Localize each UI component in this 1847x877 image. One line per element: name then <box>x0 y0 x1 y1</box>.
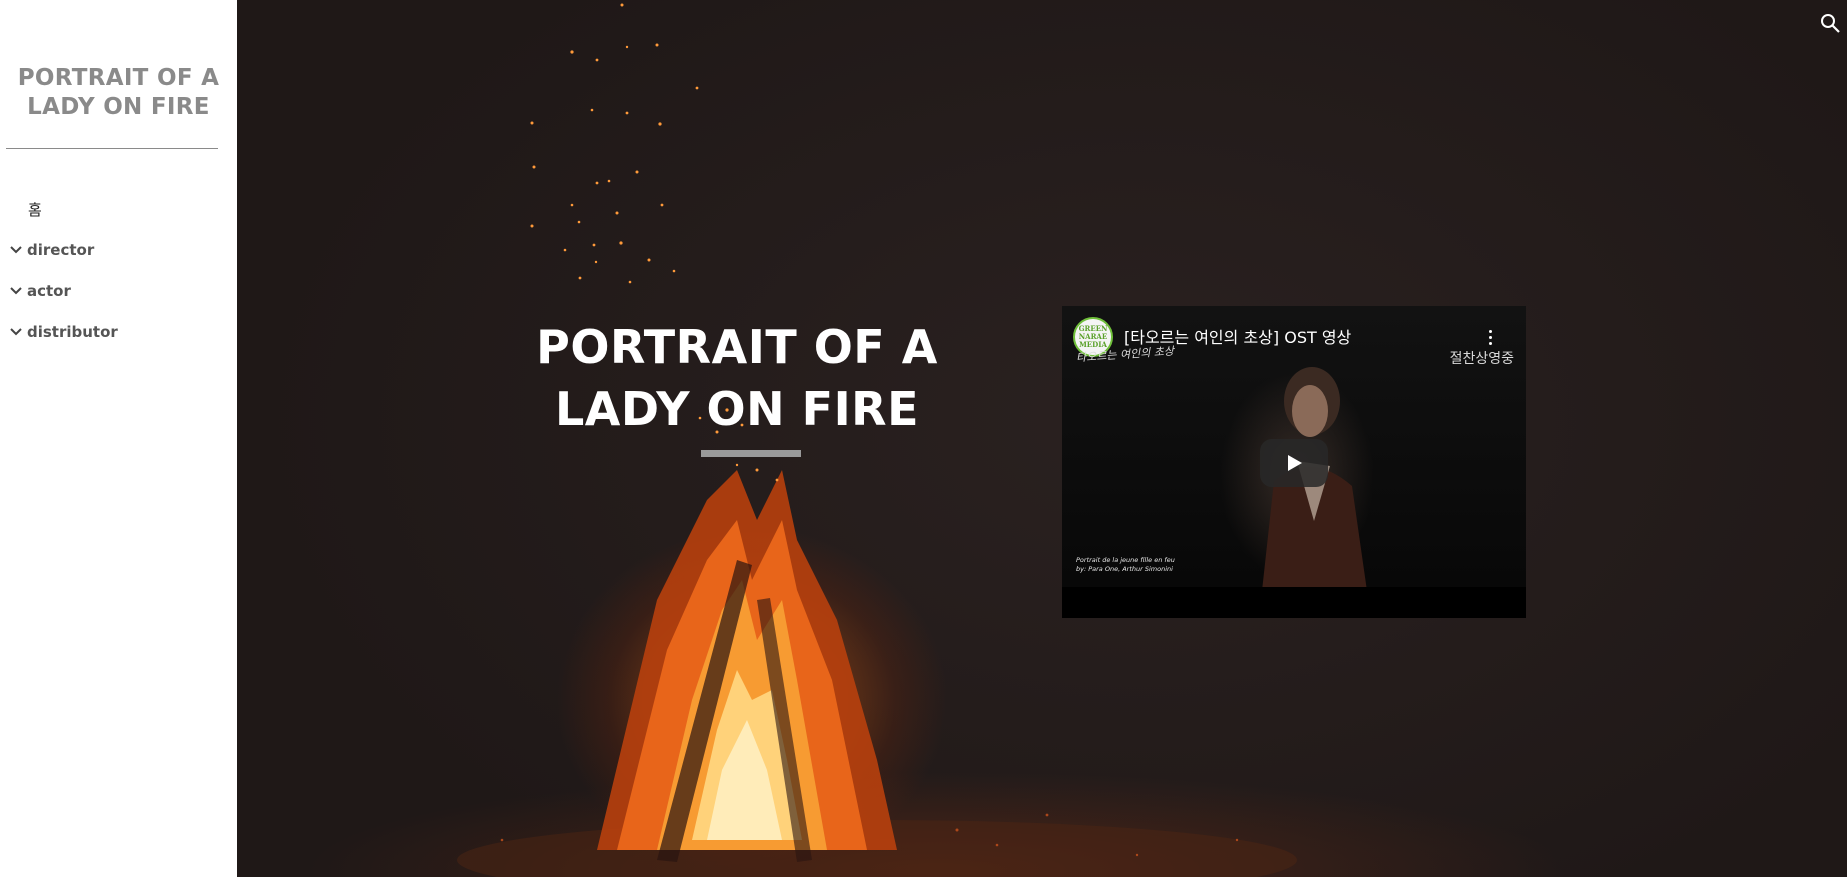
sidebar-item-label: actor <box>27 281 71 300</box>
video-thumbnail[interactable]: GREEN NARAE MEDIA 타오르는 여인의 초상 [타오르는 여인의 … <box>1062 306 1526 591</box>
caption-line: Portrait de la jeune fille en feu <box>1076 556 1175 564</box>
campfire-background-image <box>457 3 1297 877</box>
chevron-down-icon[interactable] <box>8 283 24 299</box>
site-title[interactable]: PORTRAIT OF A LADY ON FIRE <box>0 64 237 122</box>
search-icon[interactable] <box>1819 12 1841 34</box>
chevron-down-icon[interactable] <box>8 324 24 340</box>
chevron-down-icon[interactable] <box>8 242 24 258</box>
hero-section: PORTRAIT OF A LADY ON FIRE GREEN NARAE M… <box>237 0 1847 877</box>
more-vert-icon[interactable] <box>1487 330 1493 348</box>
title-underline <box>701 450 801 457</box>
sidebar-item-label: director <box>27 240 95 259</box>
sidebar-item-distributor[interactable]: distributor <box>0 311 237 352</box>
video-title[interactable]: [타오르는 여인의 초상] OST 영상 <box>1124 324 1351 348</box>
sidebar-item-label: distributor <box>27 322 118 341</box>
sidebar-nav: 홈 director actor distributor <box>0 189 237 352</box>
video-overlay-text: 절찬상영중 <box>1449 351 1514 367</box>
sidebar-item-actor[interactable]: actor <box>0 270 237 311</box>
sidebar-item-home[interactable]: 홈 <box>0 189 237 229</box>
hero-title: PORTRAIT OF A LADY ON FIRE <box>536 320 938 436</box>
caption-line: by: Para One, Arthur Simonini <box>1076 565 1173 573</box>
play-button[interactable] <box>1260 439 1328 487</box>
sidebar-divider <box>6 148 218 149</box>
video-caption: Portrait de la jeune fille en feu by: Pa… <box>1076 556 1175 574</box>
sidebar-item-label: 홈 <box>28 200 42 219</box>
play-icon <box>1288 455 1302 471</box>
video-bottom-bar <box>1062 587 1526 618</box>
sidebar: PORTRAIT OF A LADY ON FIRE 홈 director ac… <box>0 0 237 877</box>
video-player[interactable]: GREEN NARAE MEDIA 타오르는 여인의 초상 [타오르는 여인의 … <box>1062 306 1526 618</box>
sidebar-item-director[interactable]: director <box>0 229 237 270</box>
